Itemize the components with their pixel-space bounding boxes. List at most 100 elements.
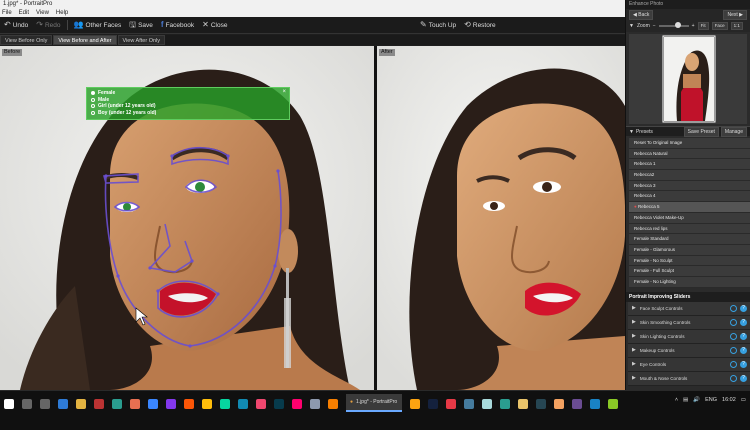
app-icon[interactable] (464, 399, 474, 409)
clock[interactable]: 16:02 (722, 397, 736, 403)
app-icon[interactable] (590, 399, 600, 409)
preset-item[interactable]: Rebecca 3 (629, 180, 750, 192)
language-indicator[interactable]: ENG (705, 397, 717, 403)
menu-edit[interactable]: Edit (19, 9, 29, 17)
task-view-icon[interactable] (40, 399, 50, 409)
gender-option-girl[interactable]: Girl (under 12 years old) (91, 103, 285, 110)
menu-view[interactable]: View (36, 9, 49, 17)
app-icon[interactable] (166, 399, 176, 409)
save-preset-button[interactable]: Save Preset (683, 126, 719, 137)
taskbar-active-app[interactable]: ● 1.jpg* - PortraitPro (346, 394, 402, 412)
preset-item[interactable]: Rebecca Natural (629, 148, 750, 160)
app-icon[interactable] (184, 399, 194, 409)
back-button[interactable]: ◀ Back (629, 9, 654, 20)
preset-item[interactable]: Female Standard (629, 234, 750, 245)
app-icon[interactable] (554, 399, 564, 409)
preset-item[interactable]: Reset To Original Image (629, 138, 750, 149)
preset-item[interactable]: Rebecca Violet Make-Up (629, 212, 750, 224)
gender-option-female[interactable]: Female (91, 90, 285, 97)
next-button[interactable]: Next ▶ (723, 9, 747, 20)
touch-up-button[interactable]: ✎ Touch Up (416, 17, 460, 33)
preset-item[interactable]: Female - No Sculpt (629, 255, 750, 267)
makeup-controls[interactable]: ▶ Makeup Controls ? (628, 343, 750, 358)
app-icon[interactable] (428, 399, 438, 409)
app-icon[interactable] (310, 399, 320, 409)
tab-before-and-after[interactable]: View Before and After (53, 35, 117, 45)
power-icon[interactable] (730, 318, 737, 326)
app-icon[interactable] (410, 399, 420, 409)
start-icon[interactable] (4, 399, 14, 409)
facebook-button[interactable]: f Facebook (157, 17, 198, 33)
preset-item[interactable]: Female - Full Sculpt (629, 266, 750, 277)
help-icon[interactable]: ? (740, 360, 747, 368)
preset-item[interactable]: Female - Glamorous (629, 244, 750, 256)
before-image-pane[interactable]: Before × Female Male Girl (under 12 year… (0, 46, 374, 390)
network-icon[interactable]: ▤ (683, 397, 688, 403)
help-icon[interactable]: ? (740, 318, 747, 326)
collapse-icon[interactable]: ▼ (629, 23, 634, 29)
preset-item[interactable]: Female - No Lighting (629, 276, 750, 288)
preset-item-selected[interactable]: ● Rebecca 5 (629, 202, 750, 213)
search-icon[interactable] (22, 399, 32, 409)
app-icon[interactable] (256, 399, 266, 409)
collapse-icon[interactable]: ▼ (629, 129, 634, 135)
preset-item[interactable]: Rebecca red lips (629, 223, 750, 235)
after-image-pane[interactable]: After (377, 46, 625, 390)
power-icon[interactable] (730, 374, 737, 382)
skin-smoothing-controls[interactable]: ▶ Skin Smoothing Controls ? (628, 315, 750, 330)
preset-item[interactable]: Rebecca 1 (629, 159, 750, 171)
gender-option-male[interactable]: Male (91, 97, 285, 104)
help-icon[interactable]: ? (740, 346, 747, 354)
zoom-slider-knob[interactable] (674, 22, 681, 28)
app-icon[interactable] (238, 399, 248, 409)
app-icon[interactable] (536, 399, 546, 409)
zoom-in-icon[interactable]: + (692, 23, 695, 29)
app-icon[interactable] (482, 399, 492, 409)
mouth-nose-controls[interactable]: ▶ Mouth & Nose Controls ? (628, 371, 750, 386)
power-icon[interactable] (730, 360, 737, 368)
app-icon[interactable] (220, 399, 230, 409)
app-icon[interactable] (148, 399, 158, 409)
app-icon[interactable] (202, 399, 212, 409)
skin-lighting-controls[interactable]: ▶ Skin Lighting Controls ? (628, 329, 750, 344)
edge-icon[interactable] (58, 399, 68, 409)
preset-item[interactable]: Rebecca2 (629, 170, 750, 181)
preset-item[interactable]: Rebecca 4 (629, 191, 750, 203)
folder-icon[interactable] (76, 399, 86, 409)
undo-button[interactable]: ↶ Undo (0, 17, 32, 33)
app-icon[interactable] (572, 399, 582, 409)
navigator-thumbnail[interactable] (629, 34, 747, 124)
close-icon[interactable]: × (282, 89, 286, 95)
app-icon[interactable] (94, 399, 104, 409)
zoom-fit-button[interactable]: Fit (697, 22, 709, 30)
app-icon[interactable] (130, 399, 140, 409)
zoom-out-icon[interactable]: − (653, 23, 656, 29)
manage-presets-button[interactable]: Manage (720, 126, 747, 137)
tab-before-only[interactable]: View Before Only (0, 35, 53, 45)
close-button[interactable]: ✕ Close (198, 17, 231, 33)
app-icon[interactable] (292, 399, 302, 409)
menu-file[interactable]: File (2, 9, 12, 17)
power-icon[interactable] (730, 304, 737, 312)
zoom-face-button[interactable]: Face (711, 22, 728, 30)
power-icon[interactable] (730, 332, 737, 340)
app-icon[interactable] (274, 399, 284, 409)
gender-option-boy[interactable]: Boy (under 12 years old) (91, 110, 285, 117)
zoom-slider[interactable] (658, 22, 689, 28)
face-sculpt-controls[interactable]: ▶ Face Sculpt Controls ? (628, 301, 750, 316)
app-icon[interactable] (328, 399, 338, 409)
save-button[interactable]: 🖫 Save (125, 17, 157, 33)
help-icon[interactable]: ? (740, 332, 747, 340)
app-icon[interactable] (112, 399, 122, 409)
volume-icon[interactable]: 🔊 (693, 397, 700, 403)
restore-button[interactable]: ⟲ Restore (460, 17, 499, 33)
app-icon[interactable] (608, 399, 618, 409)
help-icon[interactable]: ? (740, 374, 747, 382)
zoom-1to1-button[interactable]: 1:1 (730, 22, 743, 30)
tab-after-only[interactable]: View After Only (117, 35, 166, 45)
menu-help[interactable]: Help (56, 9, 68, 17)
help-icon[interactable]: ? (740, 304, 747, 312)
redo-button[interactable]: ↷ Redo (32, 17, 64, 33)
tray-chevron-icon[interactable]: ˄ (675, 397, 678, 403)
power-icon[interactable] (730, 346, 737, 354)
